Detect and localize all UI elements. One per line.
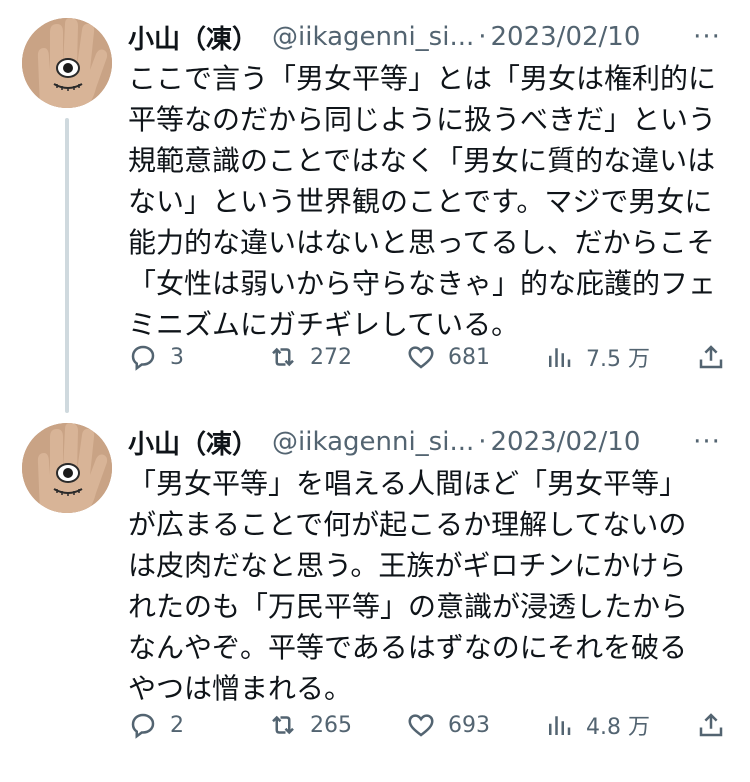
views-button[interactable]: 7.5 万 — [544, 337, 650, 377]
share-button[interactable] — [696, 705, 726, 745]
separator-dot: · — [478, 427, 487, 457]
reply-count: 3 — [170, 344, 184, 370]
display-name[interactable]: 小山（凍） — [128, 424, 258, 461]
like-button[interactable]: 681 — [406, 337, 490, 377]
like-button[interactable]: 693 — [406, 705, 490, 745]
tweet-text-line: 「男女平等」を唱える人間ほど「男女平等」 — [128, 467, 688, 500]
tweet-text: ここで言う「男女平等」とは「男女は権利的に 平等なのだから同じように扱うべきだ」… — [128, 58, 728, 345]
view-count: 4.8 万 — [586, 715, 650, 740]
separator-dot: · — [478, 22, 487, 52]
tweet-text-line: やつは憎まれる。 — [128, 672, 353, 705]
tweet-text-line: れたのも「万民平等」の意識が浸透したから — [128, 590, 689, 623]
more-options-icon[interactable]: ··· — [688, 18, 726, 56]
tweet-actions: 2 265 693 4.8 万 — [128, 705, 726, 745]
share-button[interactable] — [696, 337, 726, 377]
heart-icon — [408, 714, 434, 737]
tweet-text-line: は皮肉だなと思う。王族がギロチンにかけら — [128, 549, 687, 582]
tweet-actions: 3 272 681 7.5 万 — [128, 337, 726, 377]
tweet-date[interactable]: 2023/02/10 — [491, 22, 641, 52]
retweet-icon — [272, 715, 294, 735]
like-count: 693 — [448, 712, 490, 738]
retweet-button[interactable]: 272 — [268, 337, 352, 377]
tweet-date[interactable]: 2023/02/10 — [491, 427, 641, 457]
tweet-text-line: なんやぞ。平等であるはずなのにそれを破る — [128, 631, 688, 664]
tweet-text-line: ここで言う「男女平等」とは「男女は権利的に — [128, 62, 717, 95]
tweet-text-line: 能力的な違いはないと思ってるし、だからこそ — [128, 226, 715, 259]
palm-eye-avatar-image — [22, 18, 112, 108]
view-count: 7.5 万 — [586, 347, 650, 372]
retweet-icon — [272, 347, 294, 367]
tweet-text: 「男女平等」を唱える人間ほど「男女平等」 が広まることで何が起こるか理解してない… — [128, 463, 728, 709]
reply-button[interactable]: 3 — [128, 337, 184, 377]
like-count: 681 — [448, 344, 490, 370]
analytics-icon — [549, 348, 571, 367]
tweet[interactable]: 小山（凍） @iikagenni_si... · 2023/02/10 ··· … — [0, 405, 750, 782]
display-name[interactable]: 小山（凍） — [128, 19, 258, 56]
tweet-header: 小山（凍） @iikagenni_si... · 2023/02/10 ··· — [128, 18, 726, 56]
palm-eye-avatar-image — [22, 423, 112, 513]
analytics-icon — [549, 716, 571, 735]
retweet-count: 265 — [310, 712, 352, 738]
tweet[interactable]: 小山（凍） @iikagenni_si... · 2023/02/10 ··· … — [0, 0, 750, 413]
tweet-header: 小山（凍） @iikagenni_si... · 2023/02/10 ··· — [128, 423, 726, 461]
tweet-text-line: ない」という世界観のことです。マジで男女に — [128, 185, 713, 218]
reply-icon — [131, 345, 155, 371]
avatar[interactable] — [22, 18, 112, 108]
user-handle[interactable]: @iikagenni_si... — [272, 22, 474, 52]
retweet-button[interactable]: 265 — [268, 705, 352, 745]
heart-icon — [408, 346, 434, 369]
share-icon — [699, 345, 723, 369]
more-options-icon[interactable]: ··· — [688, 423, 726, 461]
share-icon — [699, 713, 723, 737]
avatar[interactable] — [22, 423, 112, 513]
views-button[interactable]: 4.8 万 — [544, 705, 650, 745]
user-handle[interactable]: @iikagenni_si... — [272, 427, 474, 457]
thread-connector-line — [65, 118, 69, 413]
reply-icon — [131, 713, 155, 739]
reply-count: 2 — [170, 712, 184, 738]
retweet-count: 272 — [310, 344, 352, 370]
tweet-text-line: 規範意識のことではなく「男女に質的な違いは — [128, 144, 716, 177]
tweet-text-line: が広まることで何が起こるか理解してないの — [128, 508, 687, 541]
tweet-text-line: 平等なのだから同じように扱うべきだ」という — [128, 103, 717, 136]
reply-button[interactable]: 2 — [128, 705, 184, 745]
tweet-text-line: 「女性は弱いから守らなきゃ」的な庇護的フェ — [128, 267, 717, 300]
